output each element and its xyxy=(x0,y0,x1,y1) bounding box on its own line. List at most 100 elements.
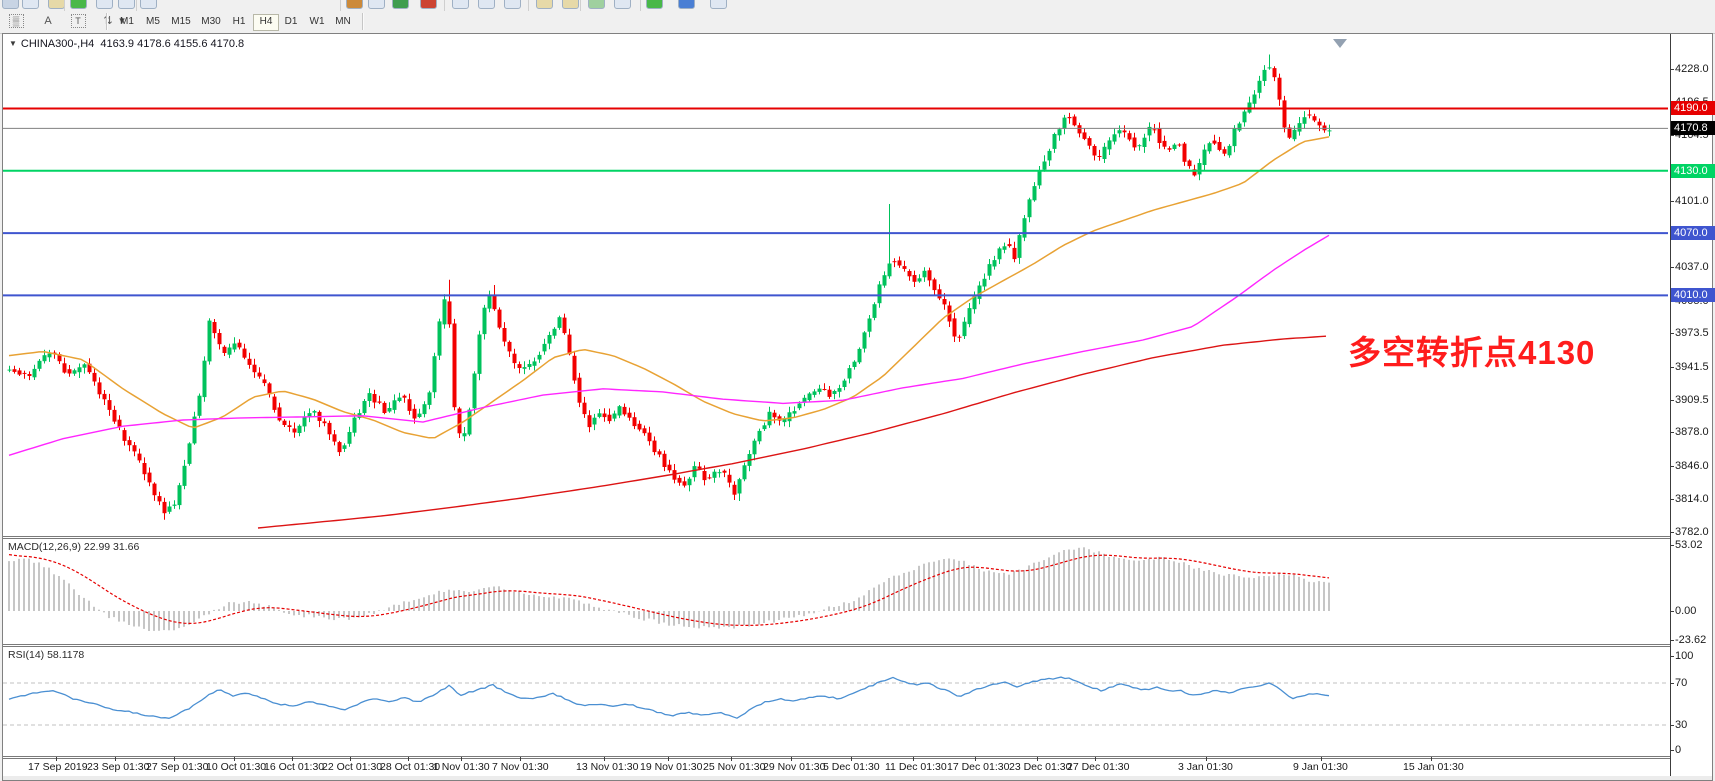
date-axis-label: 23 Sep 01:30 xyxy=(87,761,149,773)
price-axis-tick xyxy=(1670,135,1674,136)
zoom-in-icon[interactable] xyxy=(536,0,553,9)
chart-canvas[interactable] xyxy=(3,34,1670,778)
price-axis-label: 3973.5 xyxy=(1675,327,1715,339)
date-axis-label: 7 Nov 01:30 xyxy=(492,761,549,773)
macd-axis-label: 0.00 xyxy=(1675,605,1715,617)
text-box-icon[interactable]: T xyxy=(68,13,88,30)
rsi-axis-label: 30 xyxy=(1675,719,1715,731)
new-order-icon[interactable] xyxy=(2,0,19,9)
price-axis-label: 3782.0 xyxy=(1675,526,1715,538)
date-axis-label: 25 Nov 01:30 xyxy=(703,761,765,773)
price-axis-tick xyxy=(1670,532,1674,533)
strategy-icon[interactable] xyxy=(346,0,363,9)
rsi-axis-label: 100 xyxy=(1675,650,1715,662)
level-price-badge-4190.0: 4190.0 xyxy=(1671,101,1715,115)
date-axis-label: 9 Jan 01:30 xyxy=(1293,761,1348,773)
toolbar-separator xyxy=(136,0,137,11)
date-axis-label: 23 Dec 01:30 xyxy=(1009,761,1071,773)
date-axis-label: 17 Dec 01:30 xyxy=(947,761,1009,773)
date-axis-label: 17 Sep 2019 xyxy=(28,761,88,773)
timeframe-button-w1[interactable]: W1 xyxy=(305,14,329,29)
date-axis-label: 15 Jan 01:30 xyxy=(1403,761,1464,773)
date-axis-label: 19 Nov 01:30 xyxy=(640,761,702,773)
macd-axis-tick xyxy=(1670,611,1674,612)
timeframe-button-m5[interactable]: M5 xyxy=(141,14,165,29)
price-axis-tick xyxy=(1670,267,1674,268)
date-axis-label: 1 Nov 01:30 xyxy=(433,761,490,773)
current-price-badge: 4170.8 xyxy=(1671,121,1715,135)
toolbar-separator xyxy=(640,0,641,11)
price-axis-tick xyxy=(1670,333,1674,334)
toolbar-separator xyxy=(340,0,341,11)
macd-axis-tick xyxy=(1670,545,1674,546)
rsi-axis-tick xyxy=(1670,750,1674,751)
fibonacci-grid-icon[interactable]: ▒ xyxy=(6,13,26,30)
toolbar-separator xyxy=(528,0,529,11)
date-axis-label: 16 Oct 01:30 xyxy=(264,761,324,773)
price-axis-tick xyxy=(1670,201,1674,202)
navigator-icon[interactable] xyxy=(118,0,135,9)
date-axis-label: 3 Jan 01:30 xyxy=(1178,761,1233,773)
price-axis-label: 4037.0 xyxy=(1675,261,1715,273)
toolbar-separator xyxy=(106,13,108,30)
price-axis-tick xyxy=(1670,499,1674,500)
stop-icon[interactable] xyxy=(420,0,437,9)
charts-icon[interactable] xyxy=(22,0,39,9)
zoom-out-icon[interactable] xyxy=(562,0,579,9)
price-axis-label: 3878.0 xyxy=(1675,426,1715,438)
date-axis-label: 5 Dec 01:30 xyxy=(823,761,880,773)
main-price-pane xyxy=(3,55,1668,529)
mt4-application-window: ▒AT⇅▾M1M5M15M30H1H4D1W1MN ▼CHINA300-,H4 … xyxy=(0,0,1715,781)
date-axis-label: 13 Nov 01:30 xyxy=(576,761,638,773)
level-price-badge-4010.0: 4010.0 xyxy=(1671,288,1715,302)
terminal-icon[interactable] xyxy=(140,0,157,9)
grid-icon[interactable] xyxy=(710,0,727,9)
candle-chart-icon[interactable] xyxy=(478,0,495,9)
toolbar-separator xyxy=(362,13,364,30)
ma-slow-red-line[interactable] xyxy=(258,336,1326,528)
text-box-glyph: T xyxy=(71,14,86,28)
price-axis-label: 4101.0 xyxy=(1675,195,1715,207)
price-axis-label: 3814.0 xyxy=(1675,493,1715,505)
price-axis-tick xyxy=(1670,400,1674,401)
refresh-icon[interactable] xyxy=(678,0,695,9)
price-axis-label: 3909.5 xyxy=(1675,394,1715,406)
play-icon[interactable] xyxy=(392,0,409,9)
rsi-axis-label: 70 xyxy=(1675,677,1715,689)
price-axis-label: 3941.5 xyxy=(1675,361,1715,373)
rsi-axis-tick xyxy=(1670,683,1674,684)
tile-windows-icon[interactable] xyxy=(588,0,605,9)
timeframe-button-h1[interactable]: H1 xyxy=(227,14,251,29)
rsi-axis-label: 0 xyxy=(1675,744,1715,756)
timeframe-button-m1[interactable]: M1 xyxy=(115,14,139,29)
rsi-axis-tick xyxy=(1670,725,1674,726)
price-axis-tick xyxy=(1670,432,1674,433)
arrange-icon[interactable] xyxy=(614,0,631,9)
timeframe-button-m15[interactable]: M15 xyxy=(167,14,195,29)
drawing-and-timeframe-toolbar: ▒AT⇅▾M1M5M15M30H1H4D1W1MN xyxy=(0,11,1715,34)
bar-chart-icon[interactable] xyxy=(452,0,469,9)
timeframe-button-d1[interactable]: D1 xyxy=(279,14,303,29)
timeframe-button-m30[interactable]: M30 xyxy=(197,14,225,29)
toolbar-separator xyxy=(580,0,581,11)
line-chart-icon[interactable] xyxy=(504,0,521,9)
price-axis-label: 3846.0 xyxy=(1675,460,1715,472)
autotrade-icon[interactable] xyxy=(96,0,113,9)
text-label-icon[interactable]: A xyxy=(38,13,58,30)
macd-axis-label: -23.62 xyxy=(1675,634,1715,646)
date-axis-label: 29 Nov 01:30 xyxy=(763,761,825,773)
zoom-icon[interactable] xyxy=(48,0,65,9)
date-axis-label: 10 Oct 01:30 xyxy=(206,761,266,773)
timeframe-button-mn[interactable]: MN xyxy=(331,14,355,29)
price-axis-tick xyxy=(1670,367,1674,368)
fibonacci-grid-glyph: ▒ xyxy=(9,14,24,28)
indicators-add-icon[interactable] xyxy=(646,0,663,9)
window-icon[interactable] xyxy=(368,0,385,9)
date-axis-label: 28 Oct 01:30 xyxy=(380,761,440,773)
toolbar-separator xyxy=(444,0,445,11)
timeframe-button-h4[interactable]: H4 xyxy=(253,14,279,31)
chart-window[interactable]: ▼CHINA300-,H4 4163.9 4178.6 4155.6 4170.… xyxy=(2,33,1713,781)
macd-pane xyxy=(9,547,1329,631)
add-chart-icon[interactable] xyxy=(70,0,87,9)
price-axis-label: 4228.0 xyxy=(1675,63,1715,75)
